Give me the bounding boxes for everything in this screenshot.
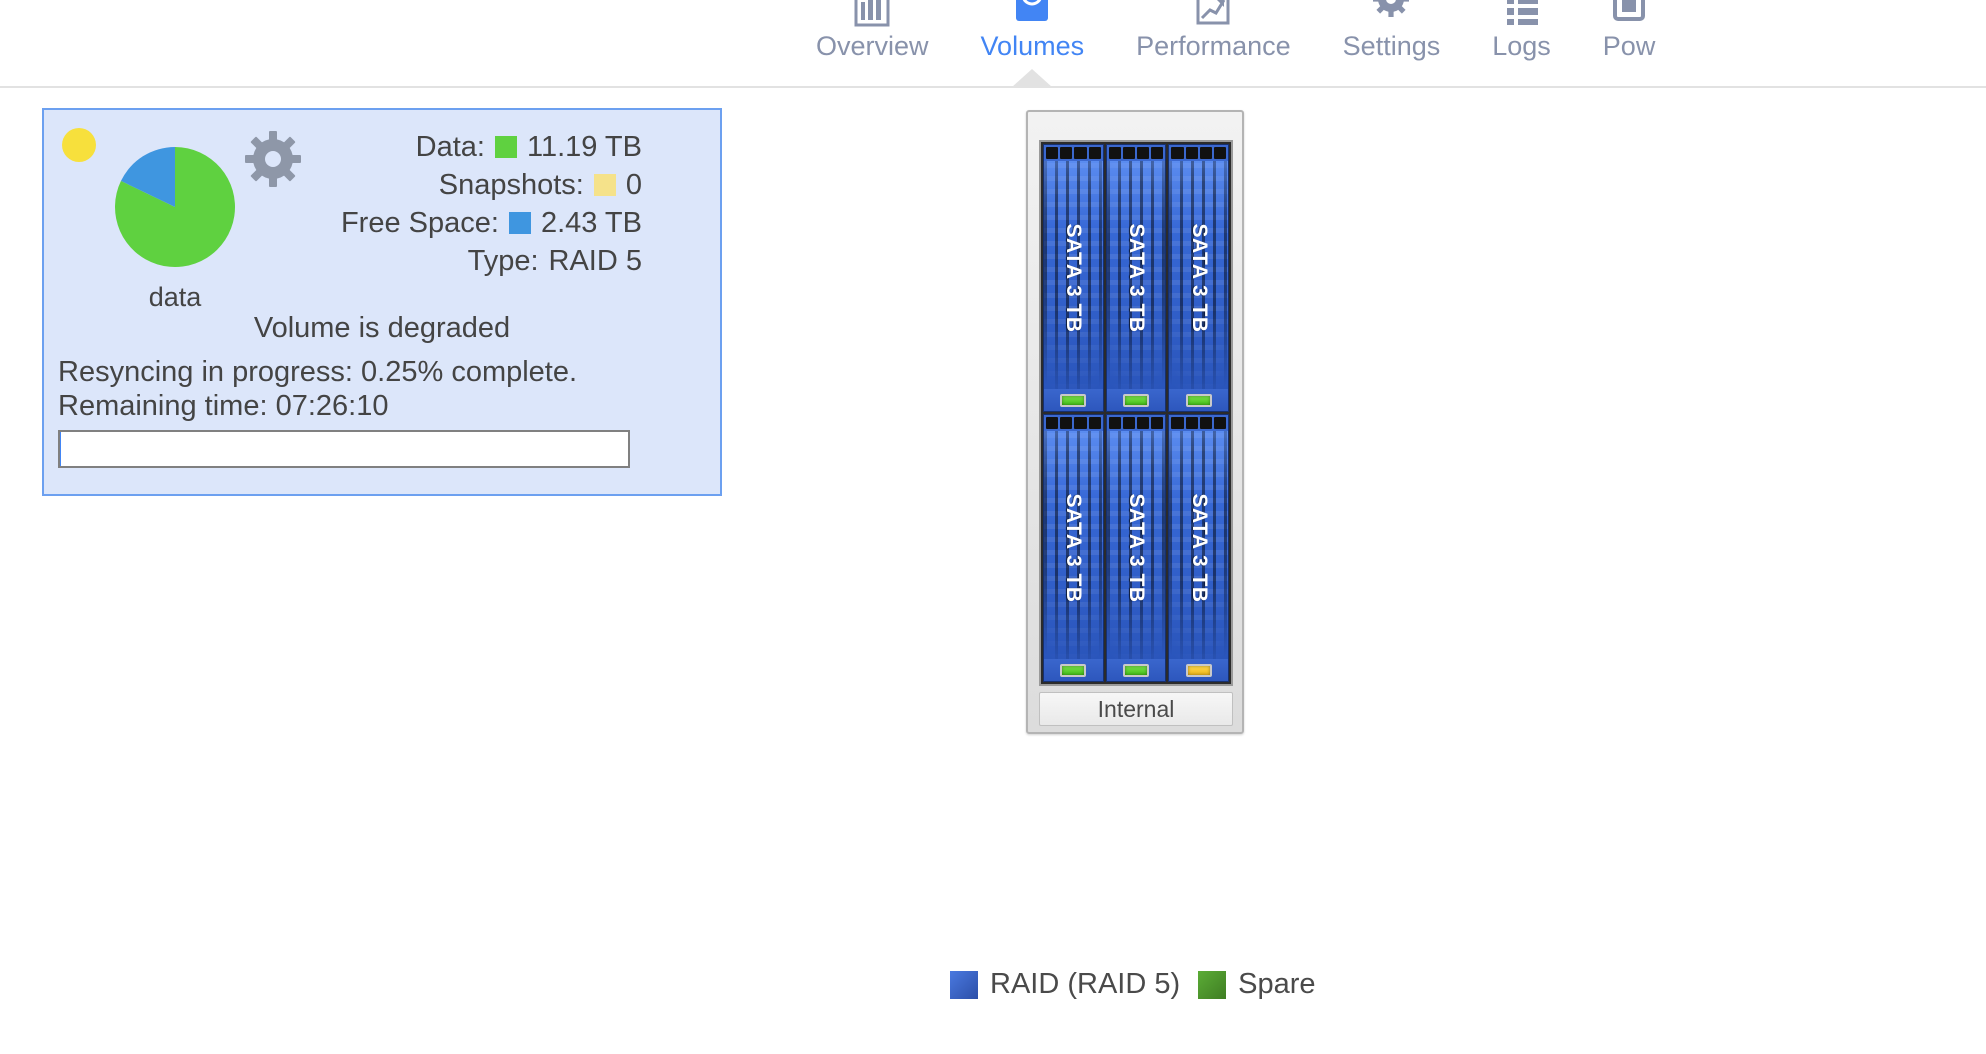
- power-icon: [1607, 0, 1651, 29]
- tab-performance-label: Performance: [1136, 31, 1291, 61]
- enclosure-legend: RAID (RAID 5) Spare: [950, 968, 1316, 1001]
- resync-progress-bar-fill: [60, 432, 62, 466]
- drive-led-area: [1169, 659, 1228, 681]
- drive-bay-1[interactable]: SATA 3 TB: [1043, 144, 1104, 412]
- drive-status-led: [1060, 393, 1087, 407]
- tab-volumes[interactable]: Volumes: [955, 0, 1111, 86]
- line-graph-icon: [1191, 0, 1235, 29]
- info-label-snapshots: Snapshots:: [438, 168, 584, 201]
- drive-status-led: [1122, 393, 1149, 407]
- bar-chart-icon: [850, 0, 894, 29]
- legend-label-spare: Spare: [1238, 968, 1316, 1000]
- volume-degraded-message: Volume is degraded: [253, 312, 511, 344]
- tab-logs[interactable]: Logs: [1466, 0, 1577, 86]
- info-label-data: Data:: [415, 130, 485, 163]
- info-label-free-space: Free Space:: [340, 206, 499, 239]
- tab-indicator-caret: [1012, 69, 1053, 86]
- tab-power-label: Pow: [1602, 31, 1656, 61]
- resync-remaining-time-text: Remaining time: 07:26:10: [58, 390, 389, 422]
- info-row-free-space: Free Space: 2.43 TB: [341, 204, 642, 242]
- drive-label: SATA 3 TB: [1187, 223, 1211, 333]
- drive-label: SATA 3 TB: [1187, 493, 1211, 603]
- volume-settings-gear-button[interactable]: [242, 128, 304, 190]
- drive-status-led: [1122, 663, 1149, 677]
- drive-bay-2[interactable]: SATA 3 TB: [1105, 144, 1167, 412]
- volumes-page: Overview Volumes Performance Settings Lo…: [0, 0, 1986, 1054]
- info-value-data: 11.19 TB: [526, 130, 642, 163]
- info-row-data: Data: 11.19 TB: [341, 128, 642, 166]
- tab-overview-label: Overview: [816, 31, 929, 61]
- main-tab-bar: Overview Volumes Performance Settings Lo…: [0, 0, 1986, 88]
- volume-card-data[interactable]: data Data: 11.19 TB Snapshots: 0 Free Sp…: [42, 108, 722, 496]
- gear-icon: [245, 131, 301, 187]
- drive-label: SATA 3 TB: [1062, 493, 1086, 603]
- info-value-free-space: 2.43 TB: [540, 206, 642, 239]
- drive-led-area: [1106, 389, 1166, 411]
- legend-item-spare: Spare: [1198, 968, 1316, 1001]
- drive-bay-5[interactable]: SATA 3 TB: [1105, 414, 1167, 682]
- list-icon: [1500, 0, 1544, 29]
- drive-led-area: [1106, 659, 1166, 681]
- drive-bay-6[interactable]: SATA 3 TB: [1168, 414, 1229, 682]
- info-row-snapshots: Snapshots: 0: [341, 166, 642, 204]
- drive-label: SATA 3 TB: [1124, 223, 1148, 333]
- tab-performance[interactable]: Performance: [1110, 0, 1317, 86]
- drive-status-led: [1185, 663, 1212, 677]
- info-row-type: Type: RAID 5: [341, 242, 642, 280]
- swatch-snapshots: [593, 174, 616, 196]
- gear-icon: [1369, 0, 1413, 29]
- enclosure-footer-label: Internal: [1039, 692, 1233, 726]
- drive-label: SATA 3 TB: [1124, 493, 1148, 603]
- tab-settings[interactable]: Settings: [1317, 0, 1467, 86]
- drive-led-area: [1044, 389, 1103, 411]
- info-value-snapshots: 0: [625, 168, 642, 201]
- resync-progress-bar: [58, 430, 630, 468]
- drive-led-area: [1169, 389, 1228, 411]
- drive-status-led: [1060, 663, 1087, 677]
- volume-info-rows: Data: 11.19 TB Snapshots: 0 Free Space: …: [341, 128, 642, 280]
- tab-overview[interactable]: Overview: [790, 0, 955, 86]
- disk-enclosure-internal: SATA 3 TB SATA 3 TB SATA 3 TB SATA 3 TB: [1026, 110, 1244, 734]
- drive-status-led: [1185, 393, 1212, 407]
- drive-connector-top: [1044, 415, 1103, 431]
- drive-bay-3[interactable]: SATA 3 TB: [1168, 144, 1229, 412]
- drive-connector-top: [1169, 145, 1228, 161]
- drive-connector-top: [1106, 145, 1166, 161]
- tab-settings-label: Settings: [1342, 31, 1441, 61]
- legend-label-raid: RAID (RAID 5): [990, 968, 1181, 1000]
- swatch-free-space: [508, 212, 531, 234]
- volume-status-indicator-dot: [62, 128, 96, 162]
- tab-power[interactable]: Pow: [1577, 0, 1682, 86]
- drive-label: SATA 3 TB: [1062, 223, 1086, 333]
- info-value-type: RAID 5: [548, 244, 642, 277]
- drive-connector-top: [1169, 415, 1228, 431]
- drive-led-area: [1044, 659, 1103, 681]
- drive-connector-top: [1044, 145, 1103, 161]
- volumes-icon: [1010, 0, 1054, 29]
- info-label-type: Type:: [467, 244, 539, 277]
- drive-connector-top: [1106, 415, 1166, 431]
- resync-progress-text: Resyncing in progress: 0.25% complete.: [58, 356, 578, 388]
- tab-logs-label: Logs: [1492, 31, 1551, 61]
- volume-name-label: data: [148, 282, 202, 312]
- legend-item-raid: RAID (RAID 5): [950, 968, 1180, 1001]
- legend-swatch-spare: [1198, 970, 1227, 999]
- volume-usage-pie-chart: [110, 142, 240, 272]
- drive-bay-grid: SATA 3 TB SATA 3 TB SATA 3 TB SATA 3 TB: [1039, 140, 1233, 686]
- drive-bay-4[interactable]: SATA 3 TB: [1043, 414, 1104, 682]
- legend-swatch-raid: [950, 970, 978, 999]
- swatch-data: [494, 136, 517, 158]
